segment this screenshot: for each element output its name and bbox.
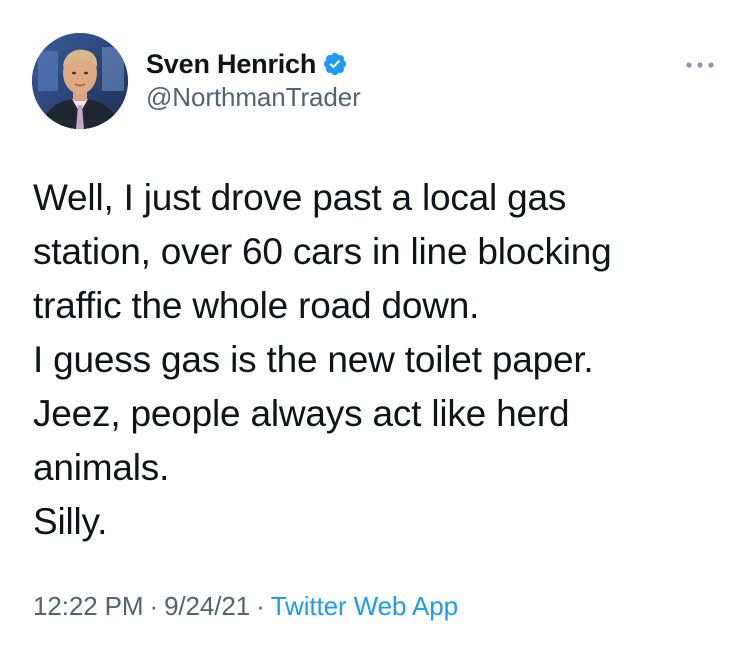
- more-options-icon: [686, 62, 714, 68]
- author-names: Sven Henrich @NorthmanTrader: [146, 46, 361, 113]
- more-options-button[interactable]: [682, 55, 718, 75]
- avatar[interactable]: [32, 33, 128, 129]
- handle[interactable]: @NorthmanTrader: [146, 82, 361, 113]
- tweet-date[interactable]: 9/24/21: [164, 591, 250, 621]
- tweet-card: Sven Henrich @NorthmanTrader Well, I jus…: [0, 0, 750, 645]
- tweet-source-link[interactable]: Twitter Web App: [271, 591, 458, 621]
- tweet-text-line: station, over 60 cars in line blocking: [33, 231, 612, 272]
- display-name[interactable]: Sven Henrich: [146, 49, 316, 80]
- tweet-text: Well, I just drove past a local gas stat…: [33, 171, 733, 549]
- tweet-text-line: Jeez, people always act like herd: [33, 393, 570, 434]
- tweet-text-line: Well, I just drove past a local gas: [33, 177, 567, 218]
- tweet-text-line: I guess gas is the new toilet paper.: [33, 339, 594, 380]
- meta-separator: ·: [149, 591, 159, 621]
- tweet-time[interactable]: 12:22 PM: [33, 591, 144, 621]
- tweet-text-line: animals.: [33, 447, 170, 488]
- display-name-row: Sven Henrich: [146, 46, 361, 82]
- tweet-text-line: Silly.: [33, 501, 108, 542]
- tweet-meta: 12:22 PM · 9/24/21 · Twitter Web App: [33, 591, 458, 622]
- tweet-text-line: traffic the whole road down.: [33, 285, 480, 326]
- verified-badge-icon: [322, 51, 348, 77]
- meta-separator: ·: [256, 591, 265, 621]
